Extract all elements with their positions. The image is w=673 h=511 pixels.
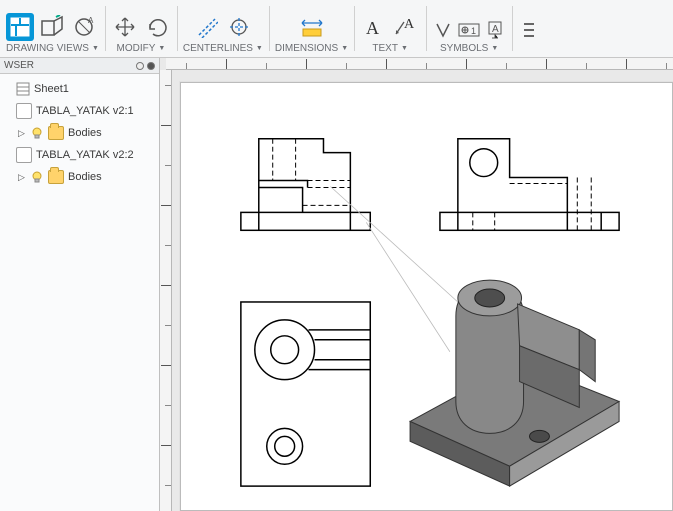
- drawing-view-right: [440, 139, 619, 231]
- browser-tree: Sheet1 TABLA_YATAK v2:1 ▷ Bodies TABLA_Y…: [0, 74, 159, 192]
- ribbon-label-dimensions[interactable]: DIMENSIONS▼: [275, 41, 348, 57]
- move-icon[interactable]: [111, 13, 139, 41]
- ribbon-label-centerlines[interactable]: CENTERLINES▼: [183, 41, 263, 57]
- bulb-icon[interactable]: [30, 170, 44, 184]
- ribbon-label-symbols[interactable]: SYMBOLS▼: [440, 41, 498, 57]
- datum-id-icon[interactable]: A: [484, 19, 506, 41]
- tree-node-component[interactable]: TABLA_YATAK v2:1: [2, 100, 157, 122]
- ribbon-group-dimensions: DIMENSIONS▼: [269, 0, 354, 57]
- ribbon-label-modify[interactable]: MODIFY▼: [116, 41, 165, 57]
- browser-panel: WSER Sheet1 TABLA_YATAK v2:1 ▷ Bodies TA: [0, 58, 160, 511]
- leader-text-icon[interactable]: A: [392, 13, 420, 41]
- ribbon: A DRAWING VIEWS▼ MODIFY▼ CENTERLINES▼: [0, 0, 673, 58]
- svg-text:1: 1: [471, 26, 476, 36]
- svg-text:A: A: [492, 24, 499, 35]
- base-view-icon[interactable]: [6, 13, 34, 41]
- ribbon-group-more: [512, 0, 546, 57]
- ruler-horizontal: [166, 58, 673, 70]
- chevron-down-icon: ▼: [256, 45, 263, 52]
- sheet-icon: [16, 82, 30, 96]
- feature-control-frame-icon[interactable]: 1: [458, 19, 480, 41]
- browser-header: WSER: [0, 58, 159, 74]
- drawing-sheet[interactable]: [180, 82, 673, 511]
- component-icon: [16, 103, 32, 119]
- center-mark-icon[interactable]: [225, 13, 253, 41]
- ribbon-group-symbols: 1 A SYMBOLS▼: [426, 0, 512, 57]
- chevron-down-icon: ▼: [491, 45, 498, 52]
- ribbon-group-modify: MODIFY▼: [105, 0, 177, 57]
- svg-text:A: A: [88, 16, 94, 25]
- drawing-view-front: [241, 139, 370, 231]
- ribbon-group-centerlines: CENTERLINES▼: [177, 0, 269, 57]
- more-icon[interactable]: [518, 19, 540, 41]
- tree-node-bodies[interactable]: ▷ Bodies: [2, 122, 157, 144]
- tree-node-component[interactable]: TABLA_YATAK v2:2: [2, 144, 157, 166]
- tree-label: TABLA_YATAK v2:2: [36, 149, 134, 161]
- ribbon-group-text: A A TEXT▼: [354, 0, 426, 57]
- chevron-down-icon: ▼: [341, 45, 348, 52]
- chevron-down-icon: ▼: [92, 45, 99, 52]
- rotate-icon[interactable]: [143, 13, 171, 41]
- centerline-icon[interactable]: [193, 13, 221, 41]
- tree-node-sheet[interactable]: Sheet1: [2, 78, 157, 100]
- component-icon: [16, 147, 32, 163]
- folder-icon: [48, 126, 64, 140]
- expand-icon[interactable]: ▷: [18, 172, 26, 183]
- tree-node-bodies[interactable]: ▷ Bodies: [2, 166, 157, 188]
- ribbon-label-drawing-views[interactable]: DRAWING VIEWS▼: [6, 41, 99, 57]
- ruler-vertical: [160, 70, 172, 511]
- tree-label: Bodies: [68, 171, 102, 183]
- tree-label: Bodies: [68, 127, 102, 139]
- surface-texture-icon[interactable]: [432, 19, 454, 41]
- browser-title: WSER: [4, 60, 34, 71]
- ribbon-group-drawing-views: A DRAWING VIEWS▼: [0, 0, 105, 57]
- drawing-view-isometric: [410, 280, 619, 486]
- tree-label: Sheet1: [34, 83, 69, 95]
- drawing-canvas[interactable]: Place projected view Or press Enter: [160, 58, 673, 511]
- section-view-icon[interactable]: A: [70, 13, 98, 41]
- svg-text:A: A: [366, 18, 379, 37]
- bulb-icon[interactable]: [30, 126, 44, 140]
- dimension-icon[interactable]: [298, 13, 326, 41]
- projected-view-icon[interactable]: [38, 13, 66, 41]
- close-panel-icon[interactable]: [147, 62, 155, 70]
- minimize-panel-icon[interactable]: [136, 62, 144, 70]
- drawing-view-top: [241, 302, 370, 486]
- chevron-down-icon: ▼: [401, 45, 408, 52]
- ribbon-label-text[interactable]: TEXT▼: [372, 41, 408, 57]
- tree-label: TABLA_YATAK v2:1: [36, 105, 134, 117]
- text-icon[interactable]: A: [360, 13, 388, 41]
- chevron-down-icon: ▼: [158, 45, 165, 52]
- svg-text:A: A: [404, 17, 415, 32]
- expand-icon[interactable]: ▷: [18, 128, 26, 139]
- folder-icon: [48, 170, 64, 184]
